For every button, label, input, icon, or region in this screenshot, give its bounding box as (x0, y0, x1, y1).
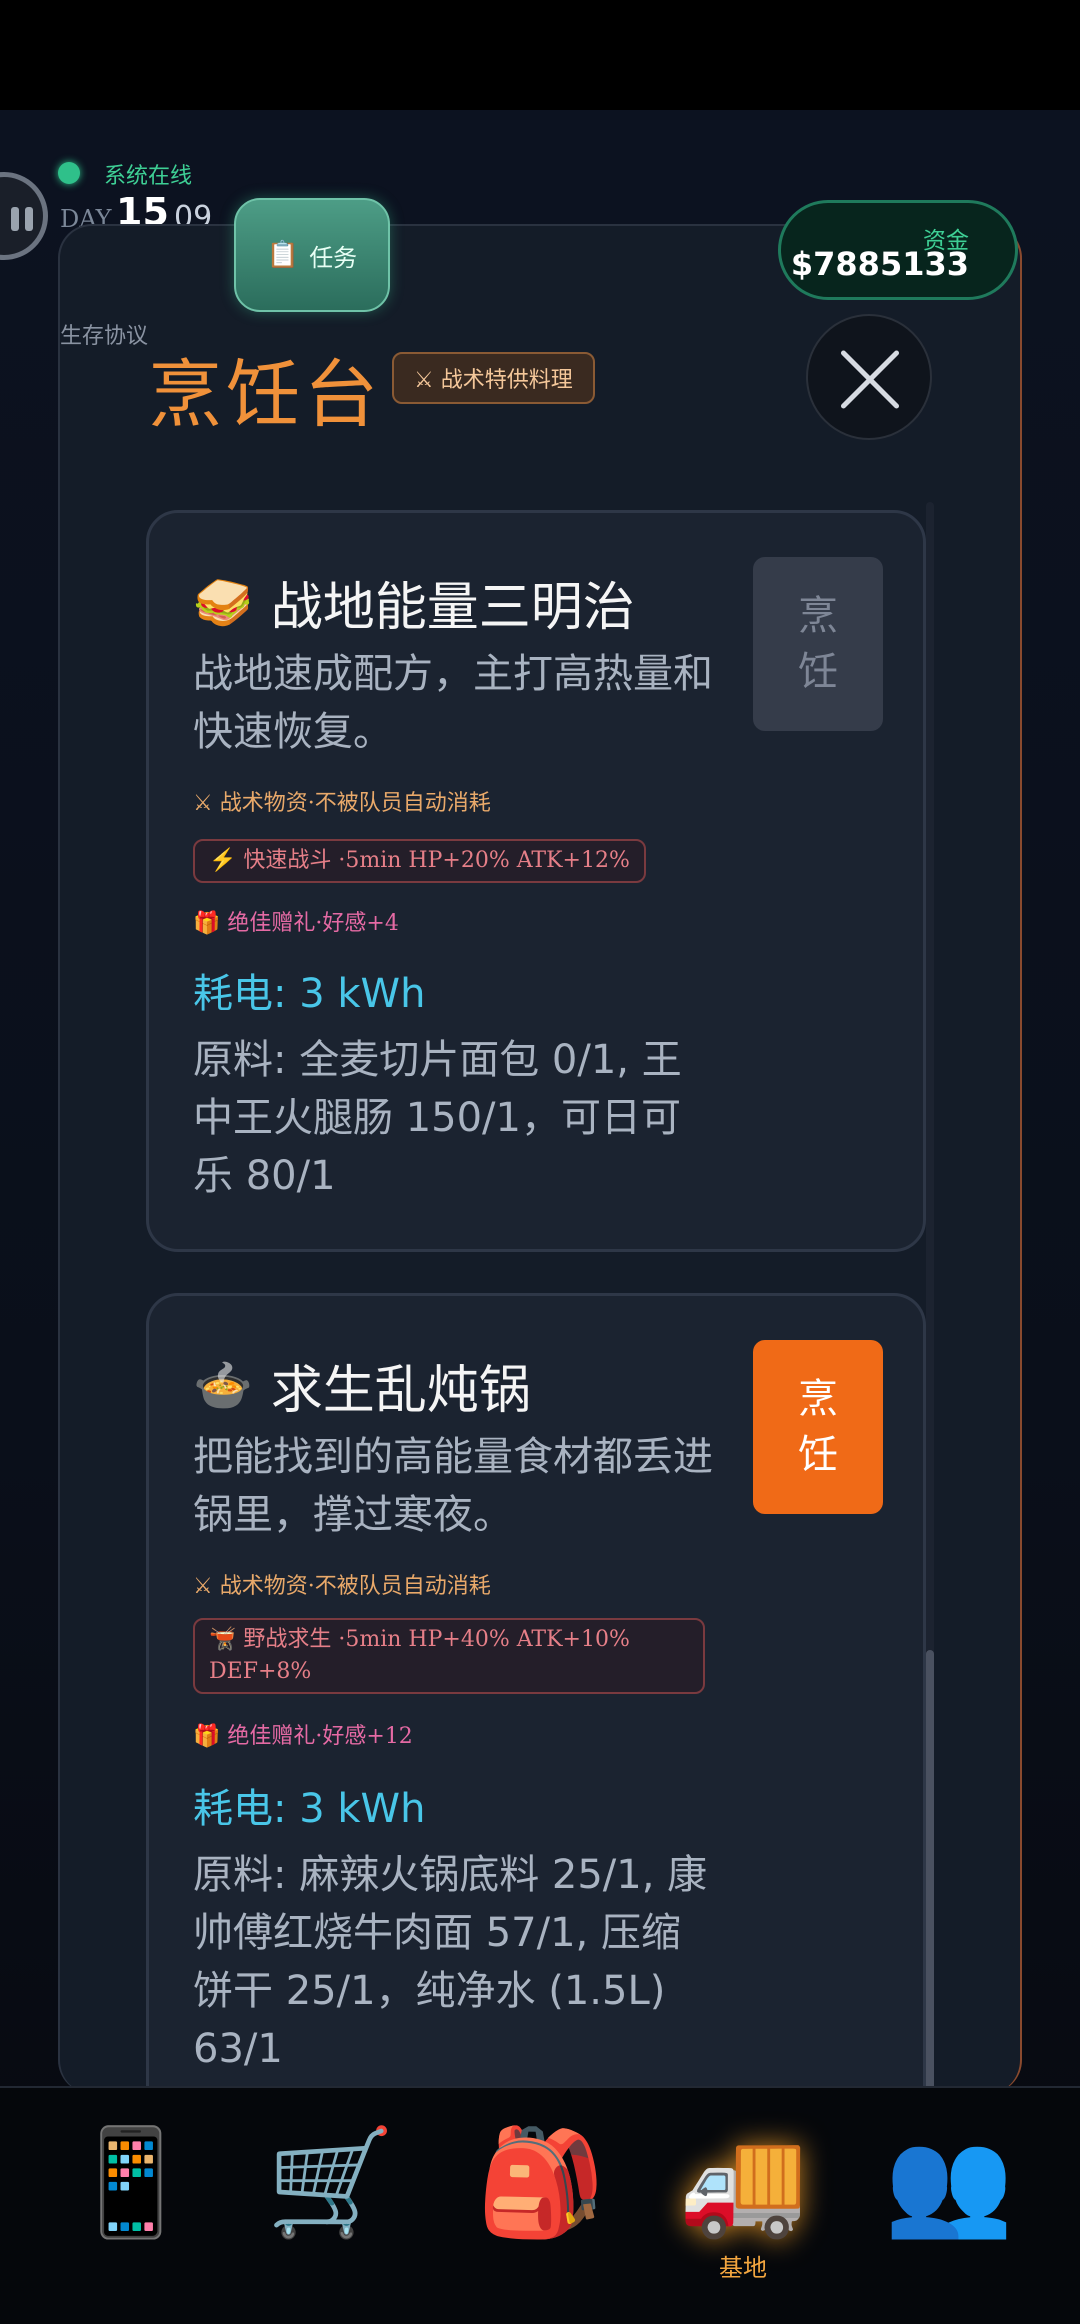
funds-value: $7885133 (790, 245, 969, 283)
special-tag: ⚔ 战术特供料理 (392, 352, 595, 404)
task-button-label: 任务 (309, 243, 358, 272)
buff-tag: ⚡ 快速战斗 ·5min HP+20% ATK+12% (193, 839, 646, 883)
sandwich-icon: 🥪 (193, 575, 253, 631)
tactical-note: ⚔ 战术物资·不被队员自动消耗 (193, 791, 491, 816)
panel-title: 烹饪台 (148, 352, 382, 438)
nav-phone[interactable]: 📱 (56, 2112, 206, 2282)
recipe-name: 求生乱炖锅 (270, 1361, 531, 1421)
buff-tag: 🫕 野战求生 ·5min HP+40% ATK+10% DEF+8% (193, 1618, 705, 1694)
nav-team[interactable]: 👥 (874, 2112, 1024, 2282)
online-status-icon (58, 162, 80, 184)
nav-base-label: 基地 (719, 2254, 767, 2282)
bottom-navigation: 📱 🛒 🎒 🚚 基地 👥 (0, 2086, 1080, 2324)
nav-inventory[interactable]: 🎒 (466, 2112, 616, 2282)
truck-icon: 🚚 (678, 2121, 808, 2243)
ingredients: 原料: 麻辣火锅底料 25/1, 康帅傅红烧牛肉面 57/1, 压缩饼干 25/… (193, 1852, 708, 2072)
cook-button-label: 烹饪 (798, 1376, 838, 1478)
cook-button-label: 烹饪 (798, 593, 838, 695)
scrollbar-thumb[interactable] (926, 1650, 934, 2090)
cook-button-disabled[interactable]: 烹饪 (753, 557, 883, 731)
recipe-card: 🥪 战地能量三明治 战地速成配方，主打高热量和快速恢复。 ⚔ 战术物资·不被队员… (146, 510, 926, 1252)
nav-base[interactable]: 🚚 基地 (668, 2112, 818, 2282)
recipe-name-row: 🍲 求生乱炖锅 (193, 1348, 531, 1423)
shopping-cart-icon: 🛒 (266, 2121, 396, 2243)
recipe-name: 战地能量三明治 (270, 578, 635, 638)
pause-icon-bar (25, 207, 33, 231)
power-cost: 耗电: 3 kWh (193, 1786, 426, 1832)
clipboard-icon: 📋 (266, 240, 300, 270)
tactical-note: ⚔ 战术物资·不被队员自动消耗 (193, 1574, 491, 1599)
gift-note: 🎁 绝佳赠礼·好感+4 (193, 911, 399, 936)
recipe-card: 🍲 求生乱炖锅 把能找到的高能量食材都丢进锅里，撑过寒夜。 ⚔ 战术物资·不被队… (146, 1293, 926, 2093)
system-status: 系统在线 (104, 164, 193, 189)
recipe-description: 战地速成配方，主打高热量和快速恢复。 (193, 651, 713, 755)
nav-shop[interactable]: 🛒 (256, 2112, 406, 2282)
cook-button[interactable]: 烹饪 (753, 1340, 883, 1514)
task-button[interactable]: 📋 任务 (234, 198, 390, 312)
recipe-name-row: 🥪 战地能量三明治 (193, 565, 635, 640)
ingredients: 原料: 全麦切片面包 0/1, 王中王火腿肠 150/1，可日可乐 80/1 (193, 1037, 682, 1199)
power-cost: 耗电: 3 kWh (193, 971, 426, 1017)
gift-note: 🎁 绝佳赠礼·好感+12 (193, 1724, 413, 1749)
recipe-description: 把能找到的高能量食材都丢进锅里，撑过寒夜。 (193, 1434, 713, 1538)
protocol-label: 生存协议 (60, 324, 149, 349)
backpack-icon: 🎒 (476, 2121, 606, 2243)
pause-icon (11, 207, 19, 231)
funds-badge: 资金 $7885133 (778, 200, 1018, 300)
phone-icon: 📱 (66, 2121, 196, 2243)
users-icon: 👥 (884, 2121, 1014, 2243)
close-button[interactable] (806, 314, 932, 440)
stew-pot-icon: 🍲 (193, 1358, 253, 1414)
